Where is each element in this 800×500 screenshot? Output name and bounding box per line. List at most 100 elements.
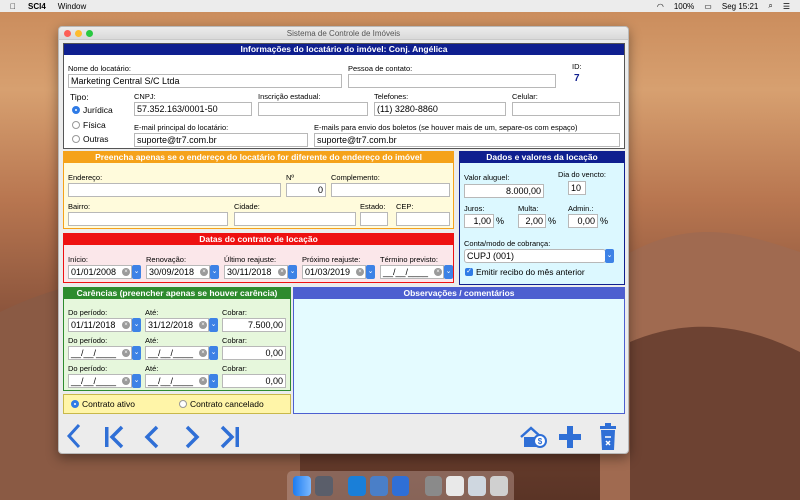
contract-active-radio[interactable] bbox=[71, 400, 79, 408]
trash-dock-icon[interactable] bbox=[490, 475, 509, 496]
tenant-name-field[interactable]: Marketing Central S/C Ltda bbox=[68, 74, 342, 88]
clock[interactable]: Seg 15:21 bbox=[722, 2, 758, 11]
first-record-icon[interactable] bbox=[103, 425, 125, 449]
type-juridica-radio[interactable] bbox=[72, 106, 80, 114]
contract-cancelled-radio[interactable] bbox=[179, 400, 187, 408]
end-date-clear-icon[interactable]: × bbox=[434, 268, 442, 276]
billing-select[interactable]: CUPJ (001) bbox=[464, 249, 606, 263]
zip-field[interactable] bbox=[396, 212, 450, 226]
state-reg-label: Inscrição estadual: bbox=[258, 92, 321, 101]
grace-charge-field[interactable]: 0,00 bbox=[222, 374, 286, 388]
grace-from-clear-icon[interactable]: × bbox=[122, 349, 130, 357]
interest-pct: % bbox=[496, 216, 505, 226]
contract-status-panel: Contrato ativo Contrato cancelado bbox=[63, 394, 291, 414]
grace-from-picker-icon[interactable]: ⌄ bbox=[132, 346, 141, 360]
battery-percent[interactable]: 100% bbox=[674, 2, 694, 11]
cell-label: Celular: bbox=[512, 92, 538, 101]
lease-values-panel: Dados e valores da locação Valor aluguel… bbox=[459, 151, 625, 285]
district-field[interactable] bbox=[68, 212, 228, 226]
last-record-icon[interactable] bbox=[219, 425, 241, 449]
renewal-date-picker-icon[interactable]: ⌄ bbox=[210, 265, 219, 279]
grace-to-picker-icon[interactable]: ⌄ bbox=[209, 374, 218, 388]
billing-emails-field[interactable]: suporte@tr7.com.br bbox=[314, 133, 620, 147]
lease-values-header: Dados e valores da locação bbox=[460, 152, 624, 163]
rent-field[interactable]: 8.000,00 bbox=[464, 184, 544, 198]
app-menu[interactable]: SCI4 bbox=[28, 2, 46, 11]
finder-icon[interactable] bbox=[293, 475, 311, 496]
last-adjust-picker-icon[interactable]: ⌄ bbox=[288, 265, 297, 279]
wifi-icon[interactable]: ◠ bbox=[657, 2, 664, 11]
grace-from-label: Do período: bbox=[68, 336, 108, 345]
type-fisica-radio[interactable] bbox=[72, 121, 80, 129]
grace-to-label: Até: bbox=[145, 336, 159, 345]
state-reg-field[interactable] bbox=[258, 102, 368, 116]
grace-to-clear-icon[interactable]: × bbox=[199, 349, 207, 357]
grace-charge-field[interactable]: 0,00 bbox=[222, 346, 286, 360]
cnpj-field[interactable]: 57.352.163/0001-50 bbox=[134, 102, 252, 116]
notes-textarea[interactable] bbox=[296, 301, 622, 411]
grace-from-picker-icon[interactable]: ⌄ bbox=[132, 318, 141, 332]
preview-icon[interactable] bbox=[468, 475, 487, 496]
grace-from-clear-icon[interactable]: × bbox=[122, 321, 130, 329]
document-icon[interactable] bbox=[446, 475, 465, 496]
interest-field[interactable]: 1,00 bbox=[464, 214, 494, 228]
admin-label: Admin.: bbox=[568, 204, 594, 213]
sci4-app-icon[interactable] bbox=[391, 475, 410, 496]
grace-from-picker-icon[interactable]: ⌄ bbox=[132, 374, 141, 388]
search-icon[interactable]: ⌕ bbox=[768, 1, 772, 11]
number-field[interactable]: 0 bbox=[286, 183, 326, 197]
launchpad-icon[interactable] bbox=[314, 475, 333, 496]
grace-to-picker-icon[interactable]: ⌄ bbox=[209, 318, 218, 332]
email-field[interactable]: suporte@tr7.com.br bbox=[134, 133, 308, 147]
folder-icon[interactable] bbox=[424, 475, 443, 496]
fine-field[interactable]: 2,00 bbox=[518, 214, 546, 228]
receipt-checkbox[interactable]: ✓ bbox=[465, 268, 473, 276]
renewal-date-clear-icon[interactable]: × bbox=[200, 268, 208, 276]
trash-icon[interactable] bbox=[597, 423, 619, 451]
grace-from-clear-icon[interactable]: × bbox=[122, 377, 130, 385]
apple-icon[interactable]:  bbox=[10, 2, 16, 11]
grace-to-clear-icon[interactable]: × bbox=[199, 377, 207, 385]
street-field[interactable] bbox=[68, 183, 281, 197]
next-adjust-clear-icon[interactable]: × bbox=[356, 268, 364, 276]
address-panel: Preencha apenas se o endereço do locatár… bbox=[63, 151, 454, 229]
grace-to-label: Até: bbox=[145, 364, 159, 373]
window-menu[interactable]: Window bbox=[58, 2, 86, 11]
dock bbox=[287, 471, 514, 500]
tenant-name-label: Nome do locatário: bbox=[68, 64, 131, 73]
admin-field[interactable]: 0,00 bbox=[568, 214, 598, 228]
grace-periods-panel: Carências (preencher apenas se houver ca… bbox=[63, 287, 291, 391]
admin-pct: % bbox=[600, 216, 609, 226]
start-date-picker-icon[interactable]: ⌄ bbox=[132, 265, 141, 279]
contact-field[interactable] bbox=[348, 74, 556, 88]
svg-text:$: $ bbox=[538, 437, 543, 446]
add-icon[interactable] bbox=[557, 425, 583, 449]
previous-record-icon[interactable] bbox=[143, 425, 161, 449]
grace-charge-field[interactable]: 7.500,00 bbox=[222, 318, 286, 332]
billing-select-chevron-icon[interactable]: ⌄ bbox=[605, 249, 614, 263]
complement-field[interactable] bbox=[331, 183, 450, 197]
state-field[interactable] bbox=[360, 212, 388, 226]
city-field[interactable] bbox=[234, 212, 356, 226]
start-date-clear-icon[interactable]: × bbox=[122, 268, 130, 276]
id-value: 7 bbox=[574, 73, 580, 84]
battery-icon[interactable]: ▭ bbox=[704, 2, 712, 11]
grace-to-picker-icon[interactable]: ⌄ bbox=[209, 346, 218, 360]
back-icon[interactable] bbox=[65, 423, 83, 449]
last-adjust-clear-icon[interactable]: × bbox=[278, 268, 286, 276]
type-outras-radio[interactable] bbox=[72, 135, 80, 143]
number-label: Nº bbox=[286, 173, 295, 182]
cell-field[interactable] bbox=[512, 102, 620, 116]
email-label: E-mail principal do locatário: bbox=[134, 123, 229, 132]
teamviewer-icon[interactable] bbox=[347, 475, 366, 496]
grace-to-clear-icon[interactable]: × bbox=[199, 321, 207, 329]
next-adjust-picker-icon[interactable]: ⌄ bbox=[366, 265, 375, 279]
next-record-icon[interactable] bbox=[183, 425, 201, 449]
grace-charge-label: Cobrar: bbox=[222, 336, 248, 345]
property-finance-icon[interactable]: $ bbox=[519, 425, 547, 449]
xcode-icon[interactable] bbox=[369, 475, 388, 496]
end-date-picker-icon[interactable]: ⌄ bbox=[444, 265, 453, 279]
list-icon[interactable]: ☰ bbox=[783, 2, 790, 11]
due-day-field[interactable]: 10 bbox=[568, 181, 586, 195]
phone-field[interactable]: (11) 3280-8860 bbox=[374, 102, 506, 116]
